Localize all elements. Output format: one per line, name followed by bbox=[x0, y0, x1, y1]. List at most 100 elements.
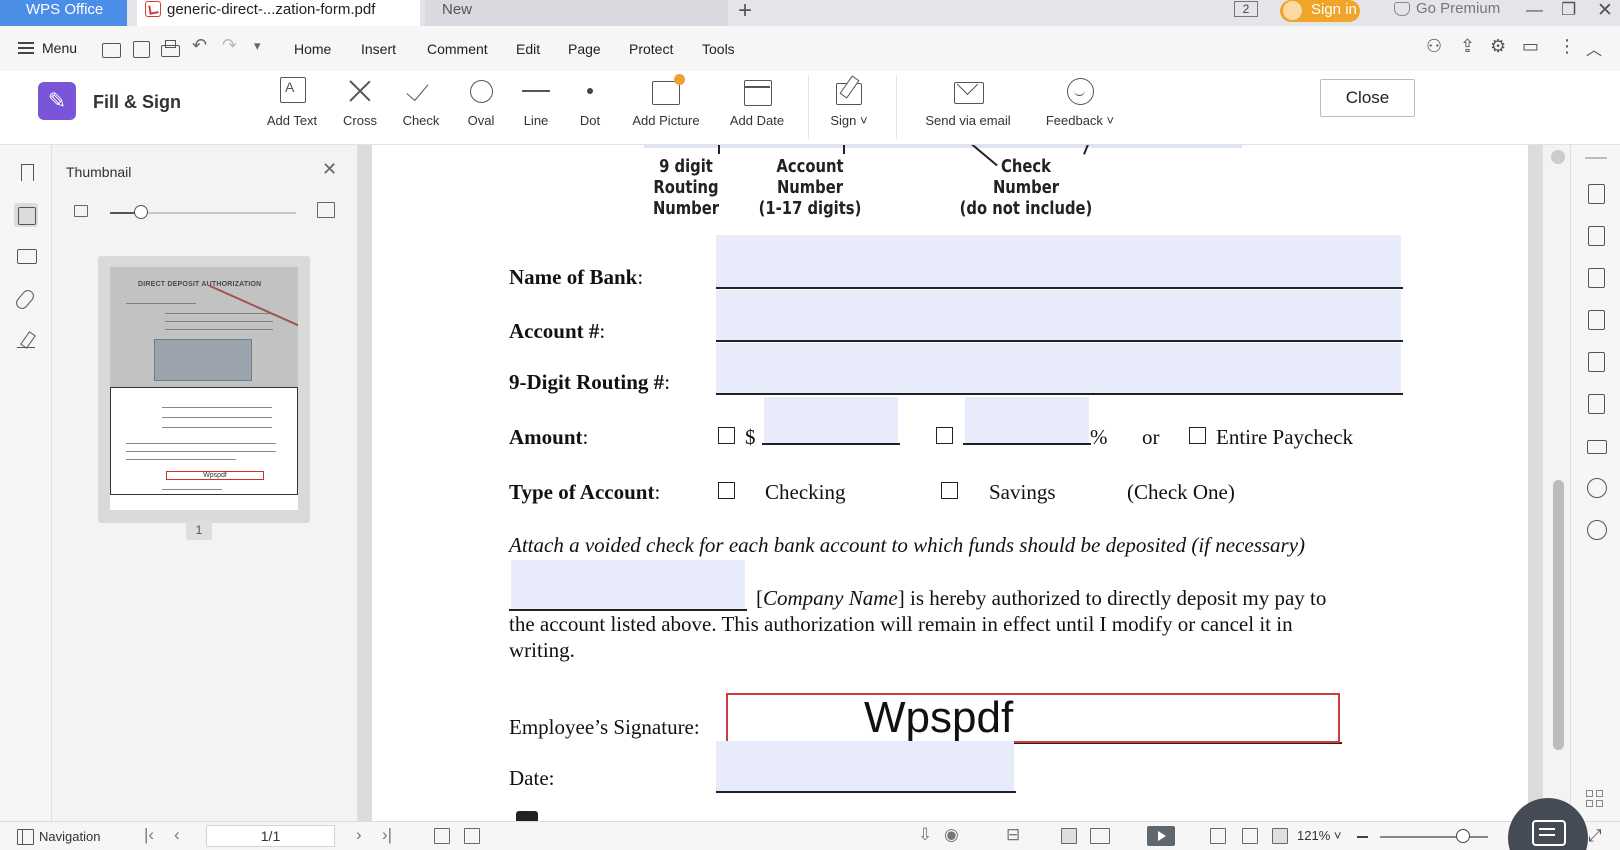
small-image-icon[interactable] bbox=[74, 205, 88, 217]
window-count-badge[interactable]: 2 bbox=[1234, 1, 1258, 17]
fit-page-icon[interactable] bbox=[1242, 828, 1258, 844]
employee-signature-field[interactable]: Wpspdf bbox=[726, 693, 1340, 743]
entire-paycheck-checkbox[interactable] bbox=[1189, 427, 1206, 444]
menu-button[interactable]: Menu bbox=[18, 40, 77, 56]
bookmark-icon[interactable] bbox=[14, 161, 38, 185]
apps-grid-icon[interactable] bbox=[1586, 790, 1604, 808]
menu-protect[interactable]: Protect bbox=[629, 41, 673, 57]
fullscreen-icon[interactable]: ⤢ bbox=[1588, 826, 1602, 846]
menu-home[interactable]: Home bbox=[294, 41, 331, 57]
vertical-scrollbar[interactable] bbox=[1542, 145, 1570, 821]
undo-icon[interactable]: ↶ bbox=[192, 35, 207, 56]
thumbnail-size-knob[interactable] bbox=[134, 205, 148, 219]
savings-checkbox[interactable] bbox=[941, 482, 958, 499]
scroll-thumb[interactable] bbox=[1553, 480, 1564, 750]
check-tool[interactable]: Check bbox=[400, 71, 442, 145]
pdf-to-word-icon[interactable] bbox=[1586, 183, 1606, 204]
add-text-tool[interactable]: Add Text bbox=[262, 71, 322, 145]
comment-icon[interactable] bbox=[14, 245, 38, 269]
thumbnail-icon[interactable] bbox=[14, 203, 38, 227]
tab-wps-office[interactable]: WPS Office bbox=[0, 0, 127, 26]
close-fill-sign-button[interactable]: Close bbox=[1320, 79, 1415, 117]
last-page-icon[interactable]: ›| bbox=[382, 825, 392, 845]
help-icon[interactable] bbox=[1586, 519, 1607, 540]
share-user-icon[interactable]: ⚇ bbox=[1426, 36, 1442, 57]
amount-dollar-field[interactable] bbox=[764, 397, 898, 443]
collapse-ribbon-icon[interactable]: ︿ bbox=[1586, 36, 1602, 60]
line-tool[interactable]: Line bbox=[516, 71, 556, 145]
menu-page[interactable]: Page bbox=[568, 41, 601, 57]
account-number-field[interactable] bbox=[716, 290, 1401, 340]
printer-icon[interactable] bbox=[1586, 435, 1607, 455]
tab-document[interactable]: generic-direct-...zation-form.pdf bbox=[137, 0, 548, 26]
first-page-icon[interactable]: |‹ bbox=[144, 825, 154, 845]
export-icon[interactable]: ⇪ bbox=[1460, 36, 1475, 57]
eye-protection-icon[interactable]: ◉ bbox=[944, 825, 959, 845]
page-number-input[interactable]: 1/1 bbox=[206, 825, 335, 847]
routing-number-field[interactable] bbox=[716, 343, 1401, 393]
zoom-level[interactable]: 121% ˅ bbox=[1297, 828, 1341, 843]
settings-gear-icon[interactable]: ⚙ bbox=[1490, 36, 1506, 57]
menu-edit[interactable]: Edit bbox=[516, 41, 540, 57]
sign-in-button[interactable]: Sign in bbox=[1280, 0, 1360, 22]
dot-tool[interactable]: Dot bbox=[570, 71, 610, 145]
add-picture-tool[interactable]: Add Picture bbox=[628, 71, 704, 145]
open-folder-icon[interactable] bbox=[101, 39, 121, 59]
split-view-icon[interactable]: ⊟ bbox=[1006, 825, 1020, 845]
feedback-tool[interactable]: Feedback ˅ bbox=[1044, 71, 1116, 145]
zoom-slider-knob[interactable] bbox=[1456, 829, 1470, 843]
attachment-icon[interactable] bbox=[14, 287, 38, 311]
fit-width-icon[interactable] bbox=[1272, 828, 1288, 844]
scroll-up-icon[interactable] bbox=[1551, 150, 1565, 164]
menu-tools[interactable]: Tools bbox=[702, 41, 735, 57]
send-via-email-tool[interactable]: Send via email bbox=[922, 71, 1014, 145]
fill-form-icon[interactable] bbox=[1586, 309, 1606, 330]
minimize-icon[interactable]: — bbox=[1526, 0, 1543, 20]
amount-dollar-checkbox[interactable] bbox=[718, 427, 735, 444]
tab-new[interactable]: New bbox=[425, 0, 728, 26]
restore-icon[interactable]: ❐ bbox=[1561, 0, 1576, 20]
amount-percent-checkbox[interactable] bbox=[936, 427, 953, 444]
menu-comment[interactable]: Comment bbox=[427, 41, 488, 57]
add-date-tool[interactable]: Add Date bbox=[725, 71, 789, 145]
amount-percent-field[interactable] bbox=[965, 397, 1089, 443]
previous-view-icon[interactable] bbox=[434, 828, 450, 844]
zoom-slider[interactable] bbox=[1380, 836, 1488, 838]
sign-pen-icon[interactable] bbox=[1586, 393, 1606, 414]
single-page-icon[interactable] bbox=[1061, 828, 1077, 844]
convert-document-icon[interactable] bbox=[1586, 267, 1606, 288]
next-view-icon[interactable] bbox=[464, 828, 480, 844]
actual-size-icon[interactable] bbox=[1210, 828, 1226, 844]
two-page-icon[interactable] bbox=[1090, 828, 1110, 844]
zoom-out-icon[interactable] bbox=[1357, 836, 1368, 838]
add-tab-plus-icon[interactable]: + bbox=[738, 0, 752, 25]
next-page-icon[interactable]: › bbox=[356, 825, 362, 845]
menu-insert[interactable]: Insert bbox=[361, 41, 396, 57]
play-slideshow-icon[interactable] bbox=[1147, 826, 1175, 846]
cross-tool[interactable]: Cross bbox=[340, 71, 380, 145]
save-icon[interactable] bbox=[131, 39, 151, 59]
company-name-field[interactable] bbox=[511, 560, 745, 609]
print-icon[interactable] bbox=[160, 39, 180, 59]
customize-dropdown-icon[interactable]: ▾ bbox=[254, 38, 261, 54]
extract-icon[interactable]: ⇩ bbox=[918, 825, 932, 845]
signature-icon[interactable] bbox=[14, 330, 38, 354]
search-icon[interactable] bbox=[1586, 477, 1607, 498]
page-layout-icon[interactable] bbox=[1586, 351, 1606, 372]
close-panel-icon[interactable]: ✕ bbox=[322, 159, 337, 180]
sign-tool[interactable]: Sign ˅ bbox=[826, 71, 872, 145]
name-of-bank-field[interactable] bbox=[716, 235, 1401, 287]
oval-tool[interactable]: Oval bbox=[461, 71, 501, 145]
more-vertical-icon[interactable]: ⋮ bbox=[1558, 36, 1576, 57]
navigation-toggle[interactable]: Navigation bbox=[17, 829, 100, 845]
go-premium-button[interactable]: Go Premium bbox=[1394, 0, 1500, 26]
feedback-chat-icon[interactable]: ▭ bbox=[1522, 36, 1539, 57]
date-field[interactable] bbox=[716, 741, 1014, 791]
close-window-icon[interactable]: ✕ bbox=[1597, 0, 1613, 22]
sidebar-grip[interactable] bbox=[1585, 157, 1607, 159]
page-thumbnail[interactable]: DIRECT DEPOSIT AUTHORIZATION Wpspdf bbox=[98, 256, 310, 523]
redo-icon[interactable]: ↷ bbox=[222, 35, 237, 56]
large-image-icon[interactable] bbox=[317, 202, 335, 218]
previous-page-icon[interactable]: ‹ bbox=[174, 825, 180, 845]
checking-checkbox[interactable] bbox=[718, 482, 735, 499]
